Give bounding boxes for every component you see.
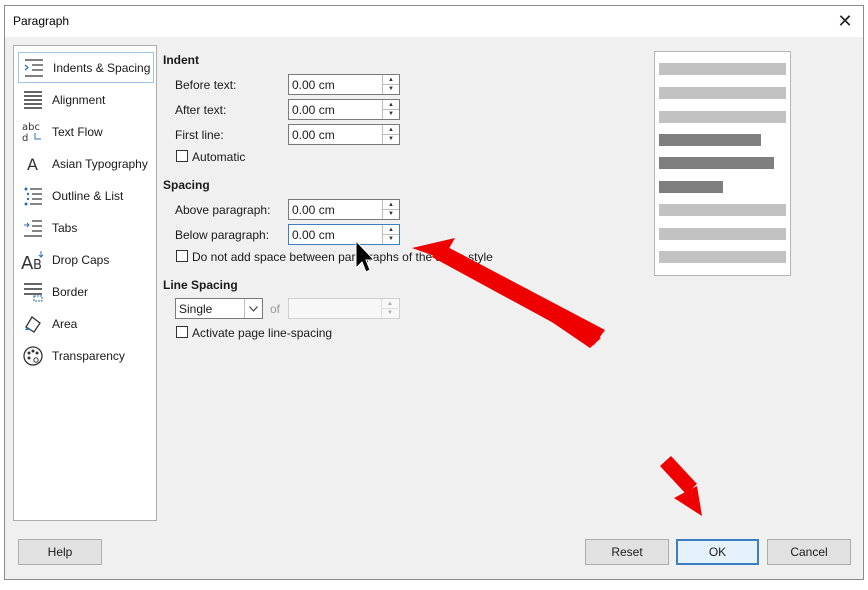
preview-line [659,111,786,123]
above-paragraph-stepper[interactable]: 0.00 cm ▲ ▼ [288,199,400,220]
alignment-icon [18,88,48,112]
automatic-label: Automatic [192,150,246,164]
sidebar-item-label: Transparency [52,348,125,363]
spin-down-icon[interactable]: ▼ [383,209,399,218]
before-text-label: Before text: [175,78,237,92]
below-paragraph-stepper[interactable]: 0.00 cm ▲ ▼ [288,224,400,245]
indents-spacing-icon [19,56,49,80]
sidebar-item-text-flow[interactable]: abc d Text Flow [18,116,154,147]
sidebar-item-label: Text Flow [52,124,103,139]
sidebar-item-asian-typography[interactable]: A Asian Typography [18,148,154,179]
above-paragraph-value: 0.00 cm [292,203,335,217]
spin-down-icon: ▼ [387,309,393,316]
svg-text:A: A [27,155,38,174]
preview-line [659,228,786,240]
sidebar-item-drop-caps[interactable]: AB Drop Caps [18,244,154,275]
after-text-value: 0.00 cm [292,103,335,117]
outline-list-icon [18,184,48,208]
spin-down-icon[interactable]: ▼ [383,109,399,118]
sidebar-item-label: Alignment [52,92,106,107]
drop-caps-icon: AB [18,248,48,272]
reset-button[interactable]: Reset [585,539,669,565]
sidebar-item-area[interactable]: Area [18,308,154,339]
preview-line [659,63,786,75]
border-icon [18,280,48,304]
page-line-spacing-checkbox[interactable] [176,326,188,338]
after-text-label: After text: [175,103,227,117]
svg-text:d: d [22,133,28,143]
help-button[interactable]: Help [18,539,102,565]
first-line-stepper[interactable]: 0.00 cm ▲ ▼ [288,124,400,145]
above-paragraph-label: Above paragraph: [175,203,271,217]
first-line-label: First line: [175,128,224,142]
spin-down-icon[interactable]: ▼ [383,134,399,143]
asian-typography-icon: A [18,152,48,176]
sidebar-item-alignment[interactable]: Alignment [18,84,154,115]
sidebar-item-label: Tabs [52,220,78,235]
sidebar-item-indents-spacing[interactable]: Indents & Spacing [18,52,154,83]
spin-down-icon[interactable]: ▼ [383,84,399,93]
spin-down-icon[interactable]: ▼ [383,234,399,243]
preview-line-current [659,134,761,146]
before-text-value: 0.00 cm [292,78,335,92]
of-label: of [270,302,281,316]
text-flow-icon: abc d [18,120,48,144]
paragraph-preview [654,51,791,276]
line-spacing-select[interactable]: Single [175,298,263,319]
preview-line-current [659,181,723,193]
area-icon [18,312,48,336]
spacing-section-title: Spacing [163,178,210,192]
no-space-same-style-checkbox[interactable] [176,250,188,262]
preview-line-current [659,157,774,169]
ok-button[interactable]: OK [676,539,759,565]
line-spacing-section-title: Line Spacing [163,278,238,292]
page-line-spacing-label: Activate page line-spacing [192,326,333,340]
first-line-value: 0.00 cm [292,128,335,142]
cancel-button[interactable]: Cancel [767,539,851,565]
sidebar-item-label: Area [52,316,78,331]
sidebar-item-label: Outline & List [52,188,124,203]
no-space-same-style-label: Do not add space between paragraphs of t… [192,250,493,264]
sidebar-item-label: Border [52,284,89,299]
sidebar-item-outline-list[interactable]: Outline & List [18,180,154,211]
paragraph-dialog: Paragraph ✕ Indents & Spacing Alignment … [4,5,864,580]
title-bar: Paragraph ✕ [5,6,863,37]
preview-line [659,87,786,99]
sidebar-item-border[interactable]: Border [18,276,154,307]
sidebar-item-tabs[interactable]: Tabs [18,212,154,243]
before-text-stepper[interactable]: 0.00 cm ▲ ▼ [288,74,400,95]
indent-section-title: Indent [163,53,199,67]
category-sidebar: Indents & Spacing Alignment abc d Text Fl… [13,45,157,521]
sidebar-item-label: Asian Typography [52,156,148,171]
preview-line [659,251,786,263]
sidebar-item-label: Drop Caps [52,252,110,267]
svg-text:abc: abc [22,122,40,133]
tabs-icon [18,216,48,240]
dialog-title: Paragraph [13,14,70,28]
below-paragraph-label: Below paragraph: [175,228,270,242]
sidebar-item-label: Indents & Spacing [53,60,151,75]
after-text-stepper[interactable]: 0.00 cm ▲ ▼ [288,99,400,120]
close-icon[interactable]: ✕ [827,6,863,37]
below-paragraph-value: 0.00 cm [292,228,335,242]
automatic-checkbox[interactable] [176,150,188,162]
line-spacing-value-stepper[interactable]: ▲ ▼ [288,298,400,319]
line-spacing-selected: Single [179,302,213,316]
chevron-down-icon[interactable] [244,299,262,318]
svg-text:B: B [33,258,42,271]
sidebar-item-transparency[interactable]: Transparency [18,340,154,371]
preview-line [659,204,786,216]
transparency-icon [18,344,48,368]
